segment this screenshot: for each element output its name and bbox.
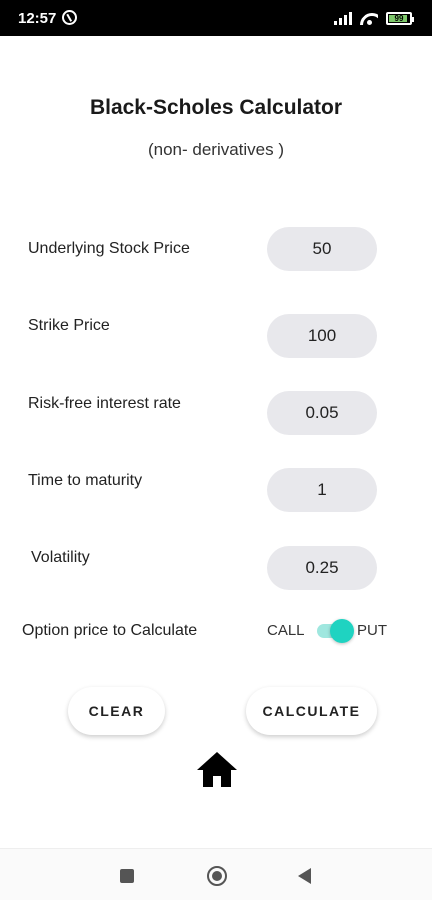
status-bar: 12:57 99 [0, 0, 432, 36]
page-title: Black-Scholes Calculator [89, 96, 343, 119]
wifi-icon [360, 11, 378, 25]
battery-level: 99 [394, 13, 404, 23]
home-circle-icon[interactable] [207, 866, 227, 886]
page-subtitle: (non- derivatives ) [147, 140, 285, 159]
risk-free-rate-input[interactable] [267, 391, 377, 435]
underlying-stock-price-label: Underlying Stock Price [28, 240, 190, 257]
option-type-label: Option price to Calculate [22, 622, 198, 639]
call-put-toggle[interactable] [317, 619, 354, 643]
strike-price-input[interactable] [267, 314, 377, 358]
navigation-bar [0, 848, 432, 900]
time-to-maturity-input[interactable] [267, 468, 377, 512]
underlying-stock-price-input[interactable] [267, 227, 377, 271]
volatility-label: Volatility [31, 549, 90, 566]
risk-free-rate-label: Risk-free interest rate [28, 395, 181, 412]
volatility-input[interactable] [267, 546, 377, 590]
app-notification-icon [62, 10, 77, 25]
clear-button[interactable]: CLEAR [68, 687, 165, 735]
toggle-thumb [330, 619, 354, 643]
home-icon[interactable] [196, 750, 238, 788]
call-label: CALL [267, 622, 305, 639]
calculate-button[interactable]: CALCULATE [246, 687, 377, 735]
status-icons: 99 [334, 11, 414, 25]
recents-square-icon[interactable] [120, 869, 134, 883]
time-to-maturity-label: Time to maturity [28, 472, 143, 489]
strike-price-label: Strike Price [28, 317, 110, 334]
put-label: PUT [357, 622, 387, 639]
signal-icon [334, 11, 352, 25]
back-triangle-icon[interactable] [298, 868, 311, 884]
battery-icon: 99 [386, 11, 414, 25]
status-time: 12:57 [18, 10, 57, 27]
